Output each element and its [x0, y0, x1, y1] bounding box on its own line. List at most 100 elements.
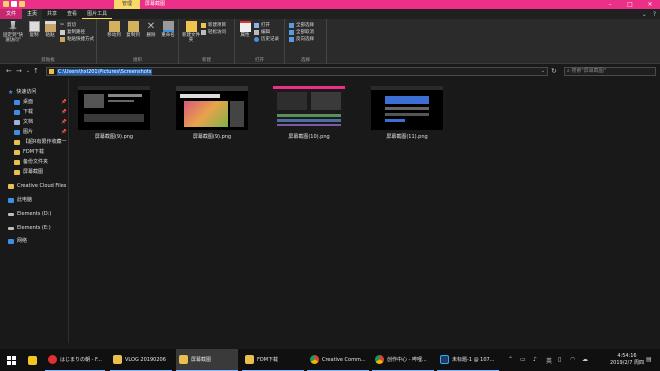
easy-access-icon — [201, 29, 206, 35]
sidebar-item-this-pc[interactable]: 此电脑 — [8, 196, 32, 205]
network-icon[interactable]: ▭ — [520, 356, 526, 363]
properties-button[interactable]: 属性 — [238, 21, 252, 38]
copy-to-button[interactable]: 复制到 — [124, 21, 142, 38]
new-item-button[interactable]: 新建项目 — [201, 22, 226, 28]
history-button[interactable]: 历史记录 — [254, 36, 279, 42]
taskbar-app-music[interactable]: はじまりの朝 - F... — [45, 349, 105, 371]
folder-icon — [49, 69, 54, 74]
sidebar-item-label: Creative Cloud Files — [17, 183, 67, 189]
tab-share[interactable]: 共享 — [42, 9, 62, 19]
easy-access-button[interactable]: 轻松访问 — [201, 29, 226, 35]
taskbar-app-vlog[interactable]: VLOG 20190206 — [110, 349, 172, 371]
chrome-icon — [310, 355, 319, 364]
recent-locations-chevron-icon[interactable]: ⌄ — [26, 68, 30, 74]
copy-button[interactable]: 复制 — [27, 21, 41, 38]
taskbar-app-chrome-2[interactable]: 创作中心 - 哔哩... — [372, 349, 434, 371]
taskbar-app-chrome-1[interactable]: Creative Comm... — [307, 349, 369, 371]
tab-home[interactable]: 主页 — [22, 9, 43, 19]
cloud-icon[interactable]: ☁ — [582, 356, 588, 363]
up-arrow-icon[interactable]: ↑ — [33, 67, 39, 75]
new-group-label: 新建 — [202, 58, 211, 63]
cut-button[interactable]: ✂ 剪切 — [60, 22, 76, 28]
folder-icon — [14, 150, 20, 155]
select-group: 全部选择 全部取消 反向选择 选择 — [285, 19, 327, 64]
file-thumbnail[interactable]: 屏幕截图(11).png — [371, 86, 443, 140]
folder-icon[interactable] — [3, 1, 9, 7]
delete-button[interactable]: ✕ 删除 — [144, 21, 158, 38]
sidebar-item-drive-d[interactable]: Elements (D:) — [8, 210, 51, 219]
copy-to-label: 复制到 — [126, 33, 140, 38]
move-to-button[interactable]: 移动到 — [105, 21, 123, 38]
tab-picture-tools[interactable]: 图片工具 — [82, 9, 113, 19]
paste-button[interactable]: 粘贴 — [43, 21, 57, 38]
open-button[interactable]: 打开 — [254, 22, 270, 28]
start-button[interactable] — [4, 349, 18, 371]
address-path[interactable]: C:\Users\hxl201\Pictures\Screenshots — [57, 69, 153, 75]
tab-file[interactable]: 文件 — [0, 9, 23, 19]
volume-icon[interactable]: ♪ — [533, 356, 537, 363]
taskbar-app-fdm[interactable]: FDM下载 — [242, 349, 304, 371]
chevron-up-icon[interactable]: ⌃ — [508, 356, 513, 363]
sidebar-item-pictures[interactable]: 图片 — [14, 128, 33, 137]
new-folder-icon[interactable] — [19, 1, 25, 7]
pin-quick-access-button[interactable]: 固定到"快速访问" — [1, 21, 25, 43]
input-method-icon[interactable]: 英 — [546, 356, 552, 365]
pin-icon[interactable]: 📌 — [61, 120, 67, 125]
rename-button[interactable]: 重命名 — [159, 21, 177, 38]
sidebar-item-creative-cloud[interactable]: Creative Cloud Files — [8, 182, 66, 191]
battery-icon[interactable]: ▯ — [558, 356, 561, 363]
minimize-button[interactable]: – — [600, 0, 620, 9]
chevron-down-icon[interactable]: ⌄ — [541, 68, 545, 74]
file-thumbnail[interactable]: 屏幕截图(9).png — [176, 86, 248, 140]
notification-icon[interactable]: ▤ — [646, 356, 652, 363]
taskbar-app-sticky[interactable] — [25, 349, 39, 371]
sidebar-item-documents[interactable]: 文档 — [14, 118, 33, 127]
sidebar-item-folder-1[interactable]: 【超R有限作收藏一 — [14, 138, 66, 147]
copy-path-icon — [60, 29, 65, 35]
wifi-icon[interactable]: ◠ — [570, 356, 575, 363]
back-arrow-icon[interactable]: ← — [6, 67, 12, 75]
new-group: 新建文件夹 新建项目 轻松访问 新建 — [179, 19, 235, 64]
manage-context-tab[interactable]: 管理 — [114, 0, 140, 9]
taskbar-app-photoshop[interactable]: 未标题-1 @ 107... — [437, 349, 499, 371]
chevron-down-icon[interactable]: ⌄ — [642, 11, 647, 18]
sidebar-item-desktop[interactable]: 桌面 — [14, 98, 33, 107]
paste-shortcut-button[interactable]: 粘贴快捷方式 — [60, 36, 94, 42]
sidebar-item-quick-access[interactable]: ★ 快速访问 — [8, 88, 36, 97]
sidebar-item-screenshots[interactable]: 屏幕截图 — [14, 168, 43, 177]
taskbar-app-screenshots[interactable]: 屏幕截图 — [176, 349, 238, 371]
sidebar-item-fdm[interactable]: FDM下载 — [14, 148, 44, 157]
pin-icon[interactable]: 📌 — [61, 110, 67, 115]
tab-view[interactable]: 查看 — [62, 9, 82, 19]
sidebar-item-label: Elements (D:) — [17, 211, 52, 217]
window-title: 屏幕截图 — [145, 1, 166, 7]
invert-selection-button[interactable]: 反向选择 — [289, 36, 314, 42]
edit-button[interactable]: 编辑 — [254, 29, 270, 35]
file-thumbnail[interactable]: 屏幕截图(10).png — [273, 86, 345, 140]
help-icon[interactable]: ? — [653, 11, 656, 18]
image-preview — [176, 86, 248, 130]
new-folder-button[interactable]: 新建文件夹 — [182, 21, 200, 43]
maximize-button[interactable]: □ — [620, 0, 640, 9]
pin-icon[interactable]: 📌 — [61, 100, 67, 105]
refresh-icon[interactable]: ↻ — [551, 67, 557, 75]
pin-icon[interactable]: 📌 — [61, 130, 67, 135]
sidebar-item-downloads[interactable]: 下载 — [14, 108, 33, 117]
select-all-button[interactable]: 全部选择 — [289, 22, 314, 28]
properties-icon[interactable] — [11, 1, 17, 7]
taskbar: はじまりの朝 - F... VLOG 20190206 屏幕截图 FDM下载 C… — [0, 349, 660, 371]
sidebar-item-network[interactable]: 网络 — [8, 237, 27, 246]
sidebar-item-backup[interactable]: 备份文件夹 — [14, 158, 48, 167]
search-input[interactable]: ⌕ 搜索"屏幕截图" — [564, 67, 656, 76]
select-none-icon — [289, 29, 294, 35]
select-none-button[interactable]: 全部取消 — [289, 29, 314, 35]
file-thumbnail[interactable]: 屏幕截图(9).png — [78, 86, 150, 140]
taskbar-clock[interactable]: 4:54:16 2019/2/7 周四 — [610, 353, 644, 367]
image-preview — [78, 86, 150, 130]
forward-arrow-icon[interactable]: → — [16, 67, 22, 75]
close-button[interactable]: ✕ — [640, 0, 660, 9]
copy-path-button[interactable]: 复制路径 — [60, 29, 85, 35]
address-bar[interactable]: C:\Users\hxl201\Pictures\Screenshots ⌄ — [46, 67, 548, 76]
taskbar-app-label: 屏幕截图 — [191, 357, 212, 363]
sidebar-item-drive-e[interactable]: Elements (E:) — [8, 224, 51, 233]
